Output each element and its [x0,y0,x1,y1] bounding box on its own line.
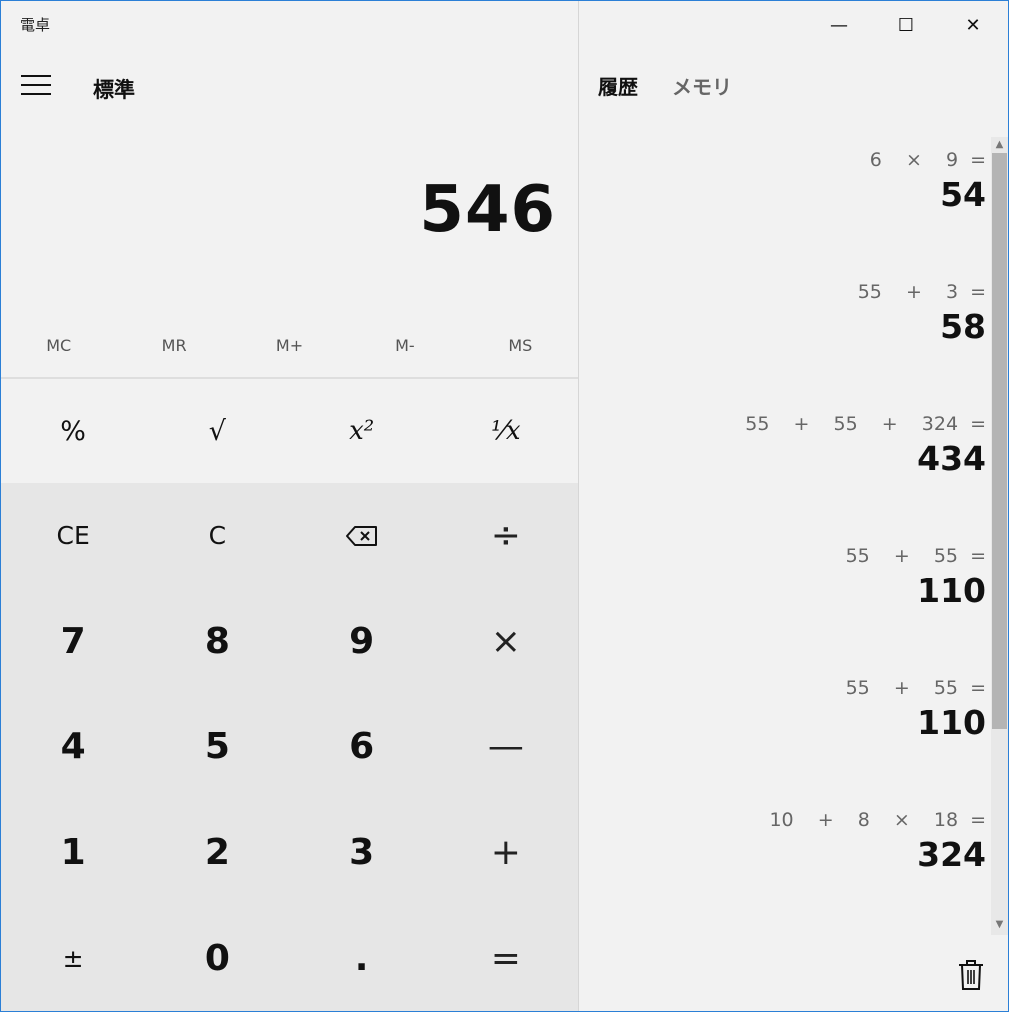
tab-memory[interactable]: メモリ [672,71,732,100]
menu-button[interactable] [21,75,53,97]
digit-3-button[interactable]: 3 [290,800,434,906]
history-item[interactable]: 55 + 55 = 110 [846,677,986,742]
memory-subtract-button[interactable]: M- [347,323,462,368]
history-expression: 55 + 55 = [845,545,986,567]
clear-button[interactable]: C [145,483,289,589]
backspace-icon [345,525,377,546]
negate-button[interactable]: ± [1,905,145,1011]
digit-1-button[interactable]: 1 [1,800,145,906]
history-expression: 55 + 55 + 324 = [745,413,986,435]
maximize-icon: ☐ [897,14,915,36]
history-result: 54 [940,175,986,214]
equals-button[interactable]: = [434,905,578,1011]
minimize-button[interactable]: — [806,1,872,49]
maximize-button[interactable]: ☐ [873,1,939,49]
percent-button[interactable]: % [1,379,145,483]
clear-entry-button[interactable]: CE [1,483,145,589]
history-item[interactable]: 55 + 3 = 58 [858,281,986,346]
history-expression: 55 + 55 = [845,677,986,699]
history-expression: 6 × 9 = [869,149,986,171]
digit-8-button[interactable]: 8 [145,589,289,695]
calculator-panel: 電卓 標準 546 MC MR M+ M- MS % √ x² ⅟x CE C [1,1,578,1011]
divide-button[interactable]: ÷ [434,483,578,589]
plus-button[interactable]: + [434,800,578,906]
hamburger-icon [21,75,51,77]
memory-recall-button[interactable]: MR [116,323,231,368]
memory-add-button[interactable]: M+ [232,323,347,368]
history-list: 6 × 9 = 54 55 + 3 = 58 55 + 55 + 324 = 4… [579,137,990,935]
history-item[interactable]: 10 + 8 × 18 = 324 [769,809,986,874]
history-item[interactable]: 55 + 55 = 110 [846,545,986,610]
clear-history-button[interactable] [957,959,987,993]
digit-2-button[interactable]: 2 [145,800,289,906]
history-item[interactable]: 55 + 55 + 324 = 434 [745,413,986,478]
history-result: 434 [917,439,986,478]
history-result: 58 [940,307,986,346]
result-display: 546 [419,173,556,247]
calculator-window: 電卓 標準 546 MC MR M+ M- MS % √ x² ⅟x CE C [0,0,1009,1012]
multiply-button[interactable]: × [434,589,578,695]
digit-9-button[interactable]: 9 [290,589,434,695]
function-row: % √ x² ⅟x [1,379,578,483]
decimal-button[interactable]: . [290,905,434,1011]
keypad: CE C ÷ 7 8 9 × 4 5 6 — 1 2 3 + ± 0 . = [1,483,578,1011]
square-button[interactable]: x² [290,379,434,483]
memory-store-button[interactable]: MS [463,323,578,368]
memory-row: MC MR M+ M- MS [1,323,578,368]
reciprocal-button[interactable]: ⅟x [434,379,578,483]
digit-0-button[interactable]: 0 [145,905,289,1011]
square-root-button[interactable]: √ [145,379,289,483]
history-result: 110 [917,703,986,742]
scrollbar-thumb[interactable] [992,153,1007,729]
scroll-down-icon[interactable]: ▼ [991,918,1008,932]
tab-history[interactable]: 履歴 [598,71,638,100]
trash-icon [959,960,983,990]
digit-6-button[interactable]: 6 [290,694,434,800]
window-title: 電卓 [20,16,51,34]
close-button[interactable]: ✕ [940,1,1006,49]
history-panel: — ☐ ✕ 履歴 メモリ 6 × 9 = 54 55 + 3 = 58 55 +… [579,1,1008,1011]
history-item[interactable]: 6 × 9 = 54 [870,149,986,214]
reciprocal-label: ⅟x [491,416,521,446]
minus-button[interactable]: — [434,694,578,800]
square-label: x² [349,416,375,446]
side-tabs: 履歴 メモリ [598,71,732,100]
backspace-button[interactable] [290,483,434,589]
digit-5-button[interactable]: 5 [145,694,289,800]
history-result: 324 [917,835,986,874]
memory-clear-button[interactable]: MC [1,323,116,368]
scroll-up-icon[interactable]: ▲ [991,138,1008,152]
history-expression: 55 + 3 = [857,281,986,303]
minimize-icon: — [830,14,848,36]
digit-7-button[interactable]: 7 [1,589,145,695]
history-result: 110 [917,571,986,610]
close-icon: ✕ [965,14,981,36]
history-expression: 10 + 8 × 18 = [769,809,986,831]
digit-4-button[interactable]: 4 [1,694,145,800]
calculator-mode-title: 標準 [93,78,135,102]
